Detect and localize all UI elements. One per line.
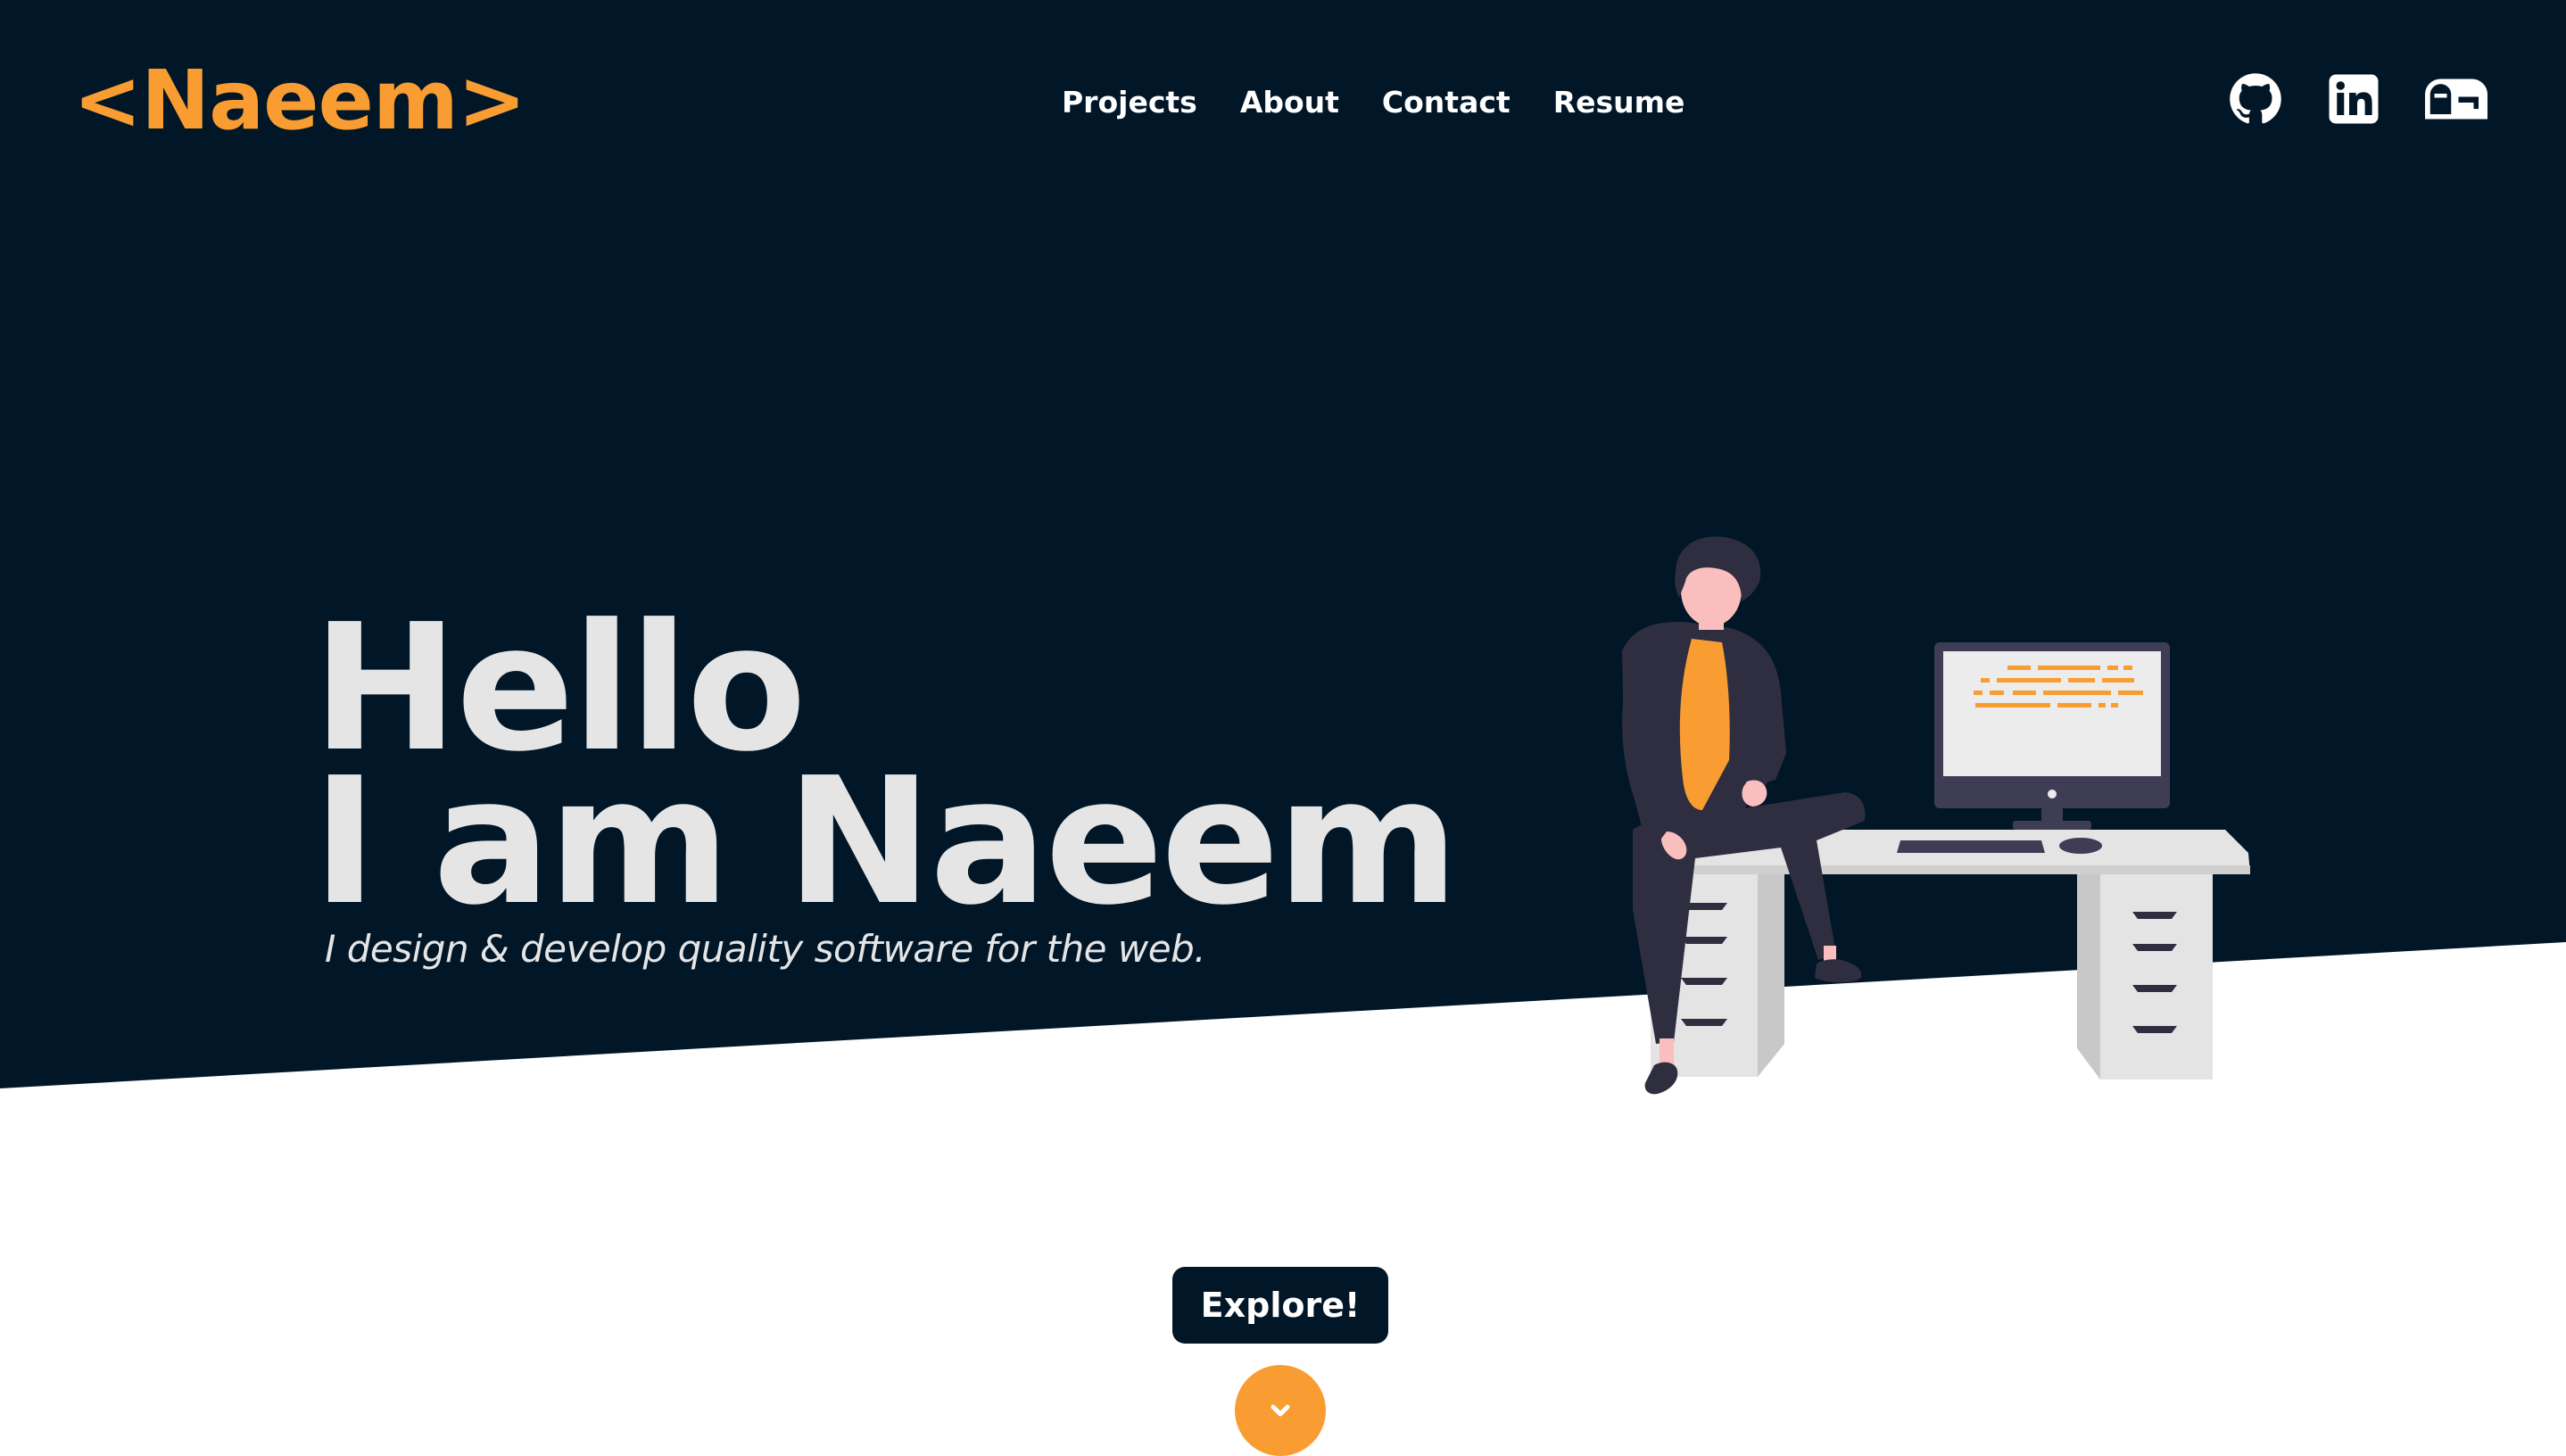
mailbox-icon[interactable] [2425, 71, 2487, 127]
hero-line-2: I am Naeem [312, 740, 1459, 944]
github-icon[interactable] [2229, 71, 2282, 127]
nav-resume[interactable]: Resume [1553, 79, 1685, 127]
site-logo[interactable]: <Naeem> [73, 52, 526, 150]
chevron-down-icon [1271, 1404, 1290, 1417]
nav-contact[interactable]: Contact [1382, 79, 1511, 127]
scroll-down-button[interactable] [1235, 1365, 1326, 1456]
main-nav: Projects About Contact Resume [1062, 79, 1684, 127]
hero-headline: Hello I am Naeem [312, 601, 1459, 944]
social-links [2229, 71, 2487, 127]
developer-desk-illustration [1622, 536, 2250, 1095]
nav-projects[interactable]: Projects [1062, 79, 1197, 127]
nav-about[interactable]: About [1240, 79, 1339, 127]
hero-tagline: I design & develop quality software for … [325, 927, 1206, 971]
explore-button[interactable]: Explore! [1172, 1267, 1388, 1344]
linkedin-icon[interactable] [2327, 71, 2380, 127]
